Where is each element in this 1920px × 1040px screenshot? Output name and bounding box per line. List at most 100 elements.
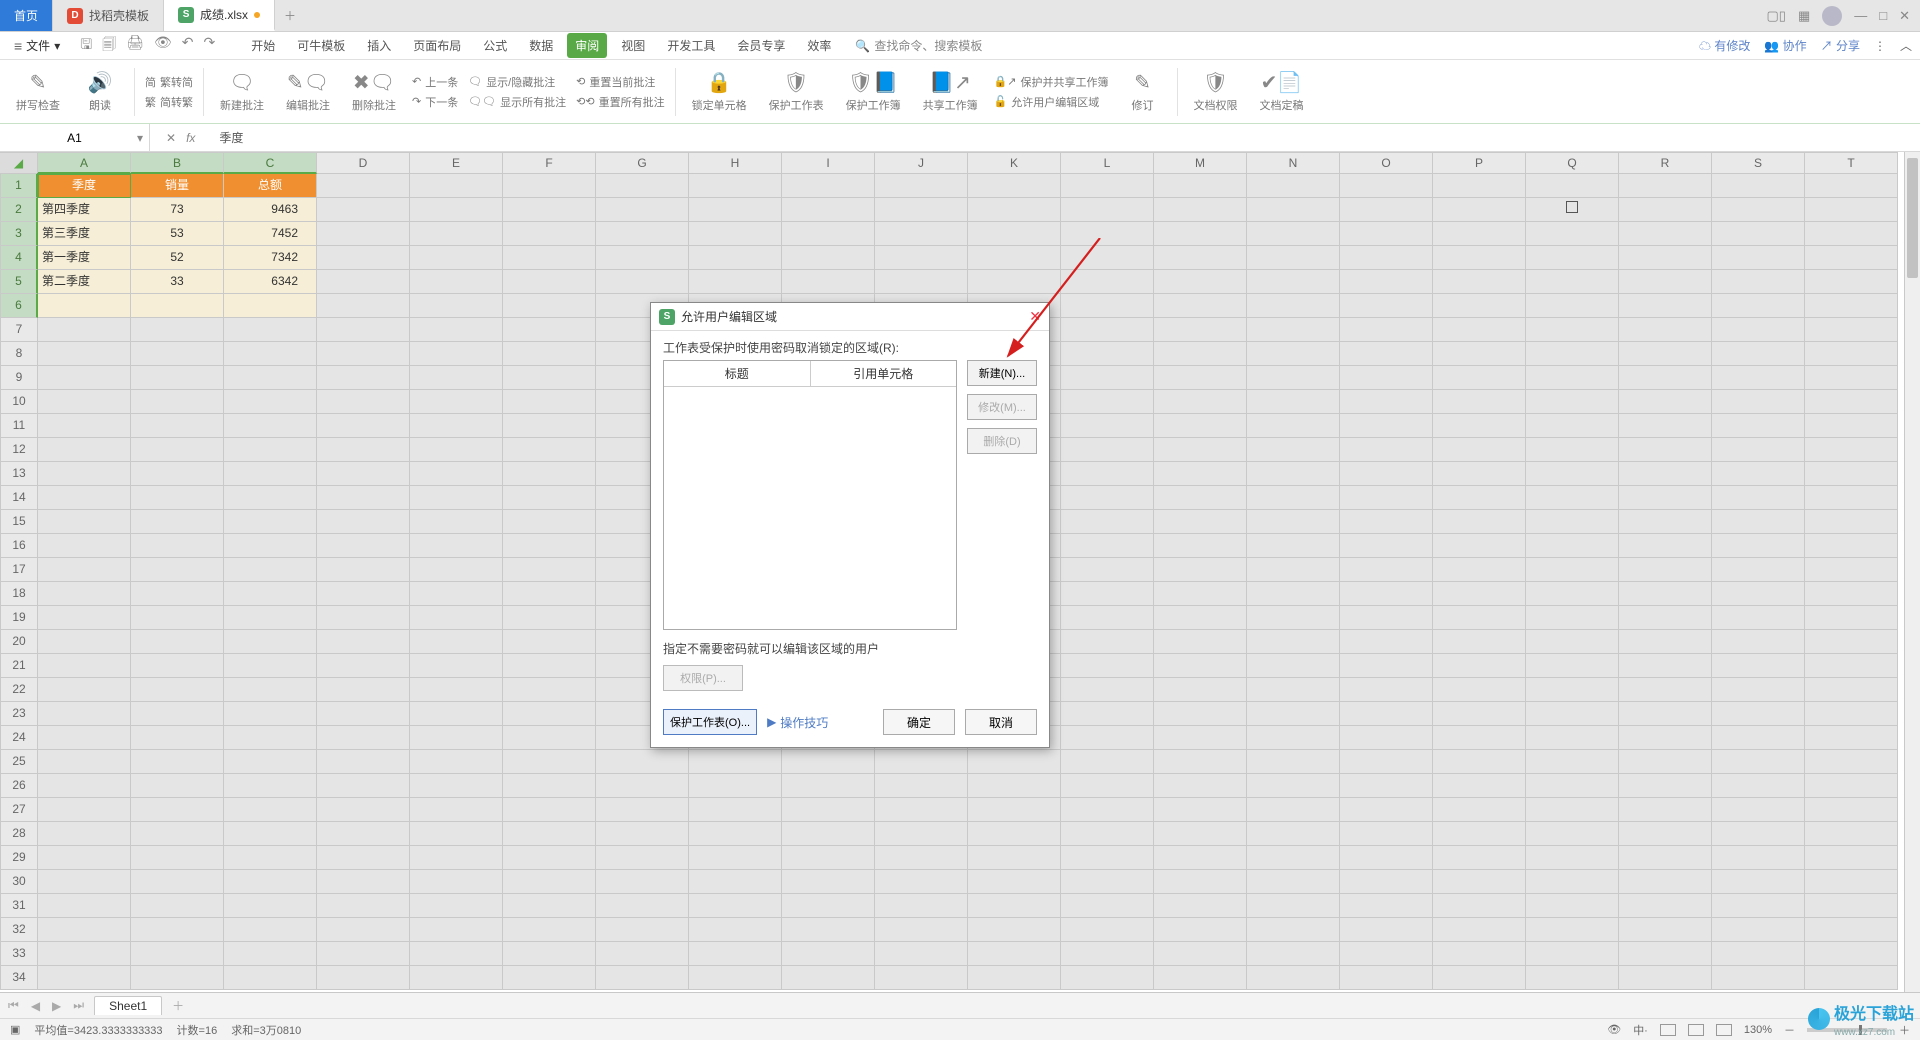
cell[interactable]	[1061, 870, 1154, 894]
cell[interactable]	[689, 270, 782, 294]
cell[interactable]	[596, 798, 689, 822]
cell[interactable]	[317, 630, 410, 654]
cell[interactable]	[1154, 390, 1247, 414]
cell[interactable]	[410, 726, 503, 750]
cell[interactable]	[1061, 702, 1154, 726]
cell[interactable]	[224, 558, 317, 582]
cell[interactable]	[131, 726, 224, 750]
col-header[interactable]: R	[1619, 152, 1712, 174]
cell[interactable]	[410, 798, 503, 822]
cell[interactable]: 7342	[224, 246, 317, 270]
cell[interactable]	[1247, 534, 1340, 558]
cell[interactable]	[1247, 318, 1340, 342]
cell[interactable]	[1712, 678, 1805, 702]
menu-start[interactable]: 开始	[243, 33, 283, 58]
ribbon-track[interactable]: ✎修订	[1119, 70, 1167, 113]
row-header[interactable]: 34	[0, 966, 38, 990]
cell[interactable]	[689, 774, 782, 798]
cell[interactable]	[1154, 942, 1247, 966]
cell[interactable]	[1526, 918, 1619, 942]
cell[interactable]	[1340, 582, 1433, 606]
cell[interactable]	[1433, 294, 1526, 318]
ribbon-doc-perm[interactable]: 🛡文档权限	[1188, 70, 1244, 113]
cell[interactable]	[1340, 294, 1433, 318]
new-button[interactable]: 新建(N)...	[967, 360, 1037, 386]
cell[interactable]	[131, 486, 224, 510]
cell[interactable]	[1154, 678, 1247, 702]
row-header[interactable]: 18	[0, 582, 38, 606]
cell[interactable]	[410, 198, 503, 222]
cell[interactable]	[1247, 822, 1340, 846]
command-search[interactable]: 🔍查找命令、搜索模板	[855, 37, 982, 54]
cell[interactable]	[1154, 270, 1247, 294]
row-header[interactable]: 10	[0, 390, 38, 414]
menu-vip[interactable]: 会员专享	[729, 33, 793, 58]
cell[interactable]	[1340, 438, 1433, 462]
cell[interactable]	[1061, 798, 1154, 822]
cell[interactable]	[224, 294, 317, 318]
sheet-tab[interactable]: Sheet1	[94, 996, 162, 1015]
cell[interactable]	[596, 822, 689, 846]
cell[interactable]	[1712, 942, 1805, 966]
cell[interactable]	[503, 822, 596, 846]
cell[interactable]	[317, 342, 410, 366]
cell[interactable]	[410, 630, 503, 654]
cell[interactable]	[1526, 222, 1619, 246]
cell[interactable]	[1154, 462, 1247, 486]
cell[interactable]	[410, 678, 503, 702]
row-header[interactable]: 19	[0, 606, 38, 630]
cell[interactable]	[1061, 294, 1154, 318]
cell[interactable]	[317, 534, 410, 558]
cell[interactable]	[1247, 462, 1340, 486]
cell[interactable]	[1712, 462, 1805, 486]
cell[interactable]	[1433, 966, 1526, 990]
cell[interactable]	[224, 366, 317, 390]
cell[interactable]	[1619, 318, 1712, 342]
cell[interactable]	[503, 270, 596, 294]
cell[interactable]	[1619, 942, 1712, 966]
lang-icon[interactable]: 中·	[1633, 1022, 1648, 1038]
cell[interactable]	[503, 726, 596, 750]
cell[interactable]	[1805, 774, 1898, 798]
cell[interactable]	[317, 798, 410, 822]
cell[interactable]	[689, 846, 782, 870]
cell[interactable]: 9463	[224, 198, 317, 222]
cell[interactable]	[1526, 702, 1619, 726]
cell[interactable]	[1805, 486, 1898, 510]
cell[interactable]	[131, 630, 224, 654]
cell[interactable]	[1340, 702, 1433, 726]
cell[interactable]: 第二季度	[38, 270, 131, 294]
grid-apps-icon[interactable]: ▦	[1798, 8, 1810, 24]
cell[interactable]	[1526, 606, 1619, 630]
cell[interactable]	[968, 846, 1061, 870]
cell[interactable]	[1433, 750, 1526, 774]
row-header[interactable]: 32	[0, 918, 38, 942]
cell[interactable]	[1433, 630, 1526, 654]
cell[interactable]	[1340, 750, 1433, 774]
qat-save-icon[interactable]: 🖫	[80, 34, 92, 58]
cell[interactable]	[1340, 174, 1433, 198]
cell[interactable]	[1712, 270, 1805, 294]
ribbon-reset-all[interactable]: ⟲⟲重置所有批注	[576, 94, 664, 110]
cell[interactable]	[689, 894, 782, 918]
cell[interactable]	[224, 390, 317, 414]
cell[interactable]	[1712, 582, 1805, 606]
tips-link[interactable]: ▶操作技巧	[767, 714, 828, 731]
cell[interactable]	[503, 342, 596, 366]
cell[interactable]	[1340, 558, 1433, 582]
cell[interactable]	[410, 366, 503, 390]
cell[interactable]	[1154, 726, 1247, 750]
cell[interactable]	[1061, 750, 1154, 774]
cell[interactable]	[1154, 918, 1247, 942]
cell[interactable]	[1247, 870, 1340, 894]
cell[interactable]	[875, 270, 968, 294]
cell[interactable]	[1619, 894, 1712, 918]
cell[interactable]	[38, 966, 131, 990]
cell[interactable]	[317, 222, 410, 246]
cell[interactable]	[1619, 390, 1712, 414]
cell[interactable]	[1247, 222, 1340, 246]
cell[interactable]	[317, 846, 410, 870]
cell[interactable]	[1619, 558, 1712, 582]
cell[interactable]	[38, 366, 131, 390]
cell[interactable]	[968, 222, 1061, 246]
